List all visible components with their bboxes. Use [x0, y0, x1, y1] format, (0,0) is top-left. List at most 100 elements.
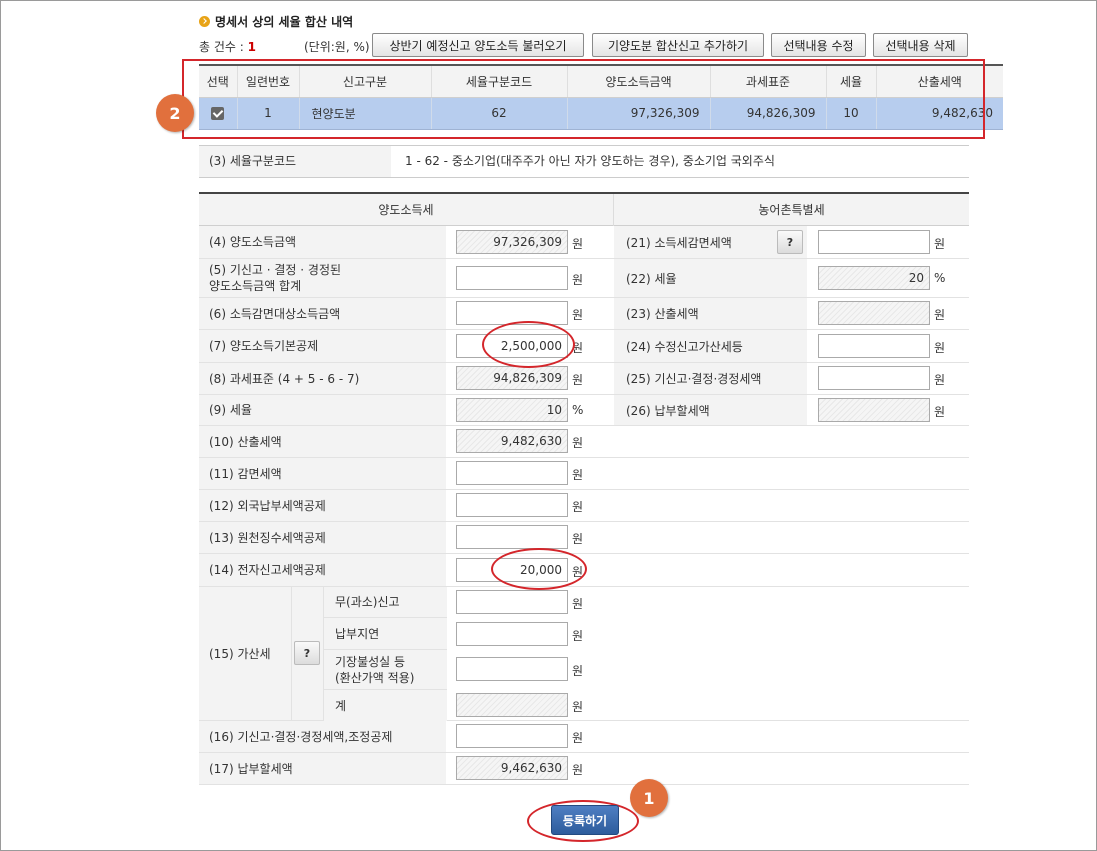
penalty-total-field	[456, 693, 568, 717]
tax-code-row: (3) 세율구분코드 1 - 62 - 중소기업(대주주가 아닌 자가 양도하는…	[199, 145, 969, 178]
row-label: (11) 감면세액	[199, 458, 446, 489]
row-label: (24) 수정신고가산세등	[614, 330, 807, 362]
form-header: 양도소득세 농어촌특별세	[199, 192, 969, 226]
right-header: 농어촌특별세	[758, 203, 825, 217]
row-label: (12) 외국납부세액공제	[199, 490, 446, 521]
unit-label: 원	[934, 237, 946, 251]
penalty-block: (15) 가산세 ?	[199, 587, 969, 721]
form-row: (5) 기신고 · 결정 · 경정된 양도소득금액 합계 원 (22) 세율 2…	[199, 259, 969, 298]
unit-label: 원	[572, 597, 584, 611]
step-badge-2: 2	[156, 94, 194, 132]
unit-label: 원	[572, 731, 584, 745]
row-label: (14) 전자신고세액공제	[199, 554, 446, 586]
unit-label: 원	[572, 664, 584, 678]
adjustment-credit-field[interactable]	[456, 724, 568, 748]
calculated-tax-field: 9,482,630	[456, 429, 568, 453]
unit-label: 원	[572, 308, 584, 322]
subrow-label: 무(과소)신고	[335, 595, 400, 609]
edit-selected-button[interactable]: 선택내용 수정	[771, 33, 866, 57]
unit-label: 원	[572, 700, 584, 714]
row-label: (22) 세율	[614, 259, 807, 297]
form-row: (10) 산출세액 9,482,630 원	[199, 426, 969, 458]
penalty-subrow: 계	[323, 690, 447, 721]
row-label: (16) 기신고·결정·경정세액,조정공제	[199, 721, 446, 752]
subrow-label: 납부지연	[335, 626, 380, 641]
row-label: (6) 소득감면대상소득금액	[199, 298, 446, 329]
delete-selected-button[interactable]: 선택내용 삭제	[873, 33, 968, 57]
row-label: (7) 양도소득기본공제	[199, 330, 446, 362]
unit-label: 원	[572, 237, 584, 251]
tax-rate-field: 10	[456, 398, 568, 422]
unit-label: %	[572, 403, 584, 417]
penalty-subrow: 납부지연	[323, 618, 447, 650]
row-label: (5) 기신고 · 결정 · 경정된 양도소득금액 합계	[199, 259, 446, 297]
highlight-ellipse	[491, 548, 587, 590]
unit-label: 원	[572, 273, 584, 287]
unit-label: 원	[572, 468, 584, 482]
under-report-penalty-field[interactable]	[456, 590, 568, 614]
row-label: (13) 원천징수세액공제	[199, 522, 446, 553]
form-row: (17) 납부할세액 9,462,630 원	[199, 753, 969, 785]
row-label: (23) 산출세액	[614, 298, 807, 329]
prior-decided-tax-field[interactable]	[818, 366, 930, 390]
withholding-credit-field[interactable]	[456, 525, 568, 549]
section-title-text: 명세서 상의 세율 합산 내역	[215, 15, 354, 29]
rural-calculated-tax-field	[818, 301, 930, 325]
form-row: (4) 양도소득금액 97,326,309 원 (21) 소득세감면세액 ? 원	[199, 226, 969, 259]
row-label: (17) 납부할세액	[199, 753, 446, 784]
row-label: (4) 양도소득금액	[199, 226, 446, 258]
unit-label: 원	[572, 763, 584, 777]
transfer-income-field: 97,326,309	[456, 230, 568, 254]
unit-label: 원	[934, 405, 946, 419]
income-tax-reduction-field[interactable]	[818, 230, 930, 254]
count-value: 1	[247, 40, 256, 54]
load-first-half-button[interactable]: 상반기 예정신고 양도소득 불러오기	[372, 33, 584, 57]
unit-label: 원	[572, 373, 584, 387]
section-title: 명세서 상의 세율 합산 내역	[199, 13, 353, 30]
rural-tax-rate-field: 20	[818, 266, 930, 290]
help-button[interactable]: ?	[777, 230, 803, 254]
highlight-rectangle	[182, 59, 985, 139]
tax-code-label: (3) 세율구분코드	[199, 146, 391, 177]
unit-label: 원	[572, 532, 584, 546]
unit-label: 원	[572, 629, 584, 643]
penalty-subrow: 무(과소)신고	[323, 587, 447, 618]
form-row: (13) 원천징수세액공제 원	[199, 522, 969, 554]
highlight-ellipse	[482, 321, 575, 368]
form-row: (6) 소득감면대상소득금액 원 (23) 산출세액 원	[199, 298, 969, 330]
late-payment-penalty-field[interactable]	[456, 622, 568, 646]
unit-note: (단위:원, %)	[304, 40, 370, 54]
amended-penalty-field[interactable]	[818, 334, 930, 358]
left-header: 양도소득세	[378, 203, 434, 217]
step-badge-1: 1	[630, 779, 668, 817]
row-label: (15) 가산세	[199, 587, 291, 720]
rural-payable-tax-field	[818, 398, 930, 422]
form-row: (12) 외국납부세액공제 원	[199, 490, 969, 522]
row-label: (8) 과세표준 (4 + 5 - 6 - 7)	[199, 363, 446, 394]
foreign-tax-credit-field[interactable]	[456, 493, 568, 517]
unit-label: 원	[934, 308, 946, 322]
count-label: 총 건수 :	[199, 40, 248, 54]
unit-label: 원	[934, 341, 946, 355]
form-row: (9) 세율 10 % (26) 납부할세액 원	[199, 395, 969, 426]
reduction-tax-field[interactable]	[456, 461, 568, 485]
register-button[interactable]: 등록하기	[551, 805, 619, 835]
form-row: (11) 감면세액 원	[199, 458, 969, 490]
penalty-subrow: 기장불성실 등 (환산가액 적용)	[323, 650, 447, 690]
unit-label: 원	[934, 373, 946, 387]
total-count: 총 건수 : 1	[199, 38, 256, 55]
bullet-icon	[199, 16, 210, 27]
tax-code-value: 1 - 62 - 중소기업(대주주가 아닌 자가 양도하는 경우), 중소기업 …	[405, 154, 775, 168]
add-prior-transfer-button[interactable]: 기양도분 합산신고 추가하기	[592, 33, 764, 57]
form-row: (16) 기신고·결정·경정세액,조정공제 원	[199, 721, 969, 753]
row-label: (26) 납부할세액	[614, 395, 807, 425]
bookkeeping-penalty-field[interactable]	[456, 657, 568, 681]
tax-base-field: 94,826,309	[456, 366, 568, 390]
subrow-label: 기장불성실 등 (환산가액 적용)	[335, 654, 415, 685]
unit-label: 원	[572, 500, 584, 514]
unit-label: 원	[572, 436, 584, 450]
payable-tax-field: 9,462,630	[456, 756, 568, 780]
prior-income-sum-field[interactable]	[456, 266, 568, 290]
subrow-label: 계	[335, 698, 347, 713]
penalty-help-button[interactable]: ?	[294, 641, 320, 665]
